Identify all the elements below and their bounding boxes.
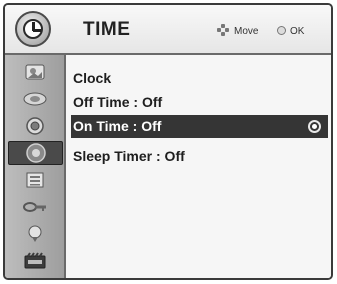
sidebar-item-lock[interactable] — [13, 195, 57, 219]
menu-item-label: Sleep Timer : Off — [73, 148, 185, 164]
menu-item-label: Clock — [73, 70, 112, 86]
sidebar-item-usb[interactable] — [13, 249, 57, 273]
category-sidebar — [5, 55, 66, 278]
menu-item-sleep-timer[interactable]: Sleep Timer : Off — [71, 145, 328, 168]
sidebar-item-option[interactable] — [13, 168, 57, 192]
ok-button-icon — [277, 26, 286, 35]
menu-item-on-time[interactable]: On Time : Off — [71, 115, 328, 138]
osd-menu-window: TIME Move OK Clock Off Time: Off On Tim… — [3, 3, 333, 280]
menu-item-label: Off Time : Off — [73, 94, 163, 110]
selected-radio-icon — [308, 120, 321, 133]
menu-content: Clock Off Time : Off On Time : Off Sleep… — [66, 55, 331, 278]
sidebar-item-picture[interactable] — [13, 60, 57, 84]
lock-icon — [23, 202, 46, 212]
option-icon — [26, 172, 44, 188]
audio-icon — [23, 92, 47, 106]
sidebar-item-time[interactable] — [8, 141, 63, 165]
move-arrows-icon — [217, 24, 230, 37]
menu-item-clock[interactable]: Clock — [71, 67, 328, 90]
menu-item-off-time[interactable]: Off Time : Off — [71, 91, 328, 114]
menu-header: TIME Move OK — [5, 5, 331, 55]
time-icon — [25, 143, 46, 163]
clock-icon — [15, 11, 51, 47]
sidebar-item-input[interactable] — [13, 222, 57, 246]
setup-icon — [26, 117, 44, 135]
picture-icon — [25, 64, 45, 80]
usb-icon — [24, 252, 46, 269]
ok-hint-label: OK — [290, 26, 305, 37]
sidebar-item-audio[interactable] — [13, 87, 57, 111]
move-hint-label: Move — [234, 26, 259, 37]
sidebar-item-setup[interactable] — [13, 114, 57, 138]
menu-item-label: On Time : Off — [73, 118, 162, 134]
input-icon — [28, 225, 42, 242]
menu-title: TIME — [83, 19, 131, 40]
clock-minute-hand — [33, 29, 41, 32]
